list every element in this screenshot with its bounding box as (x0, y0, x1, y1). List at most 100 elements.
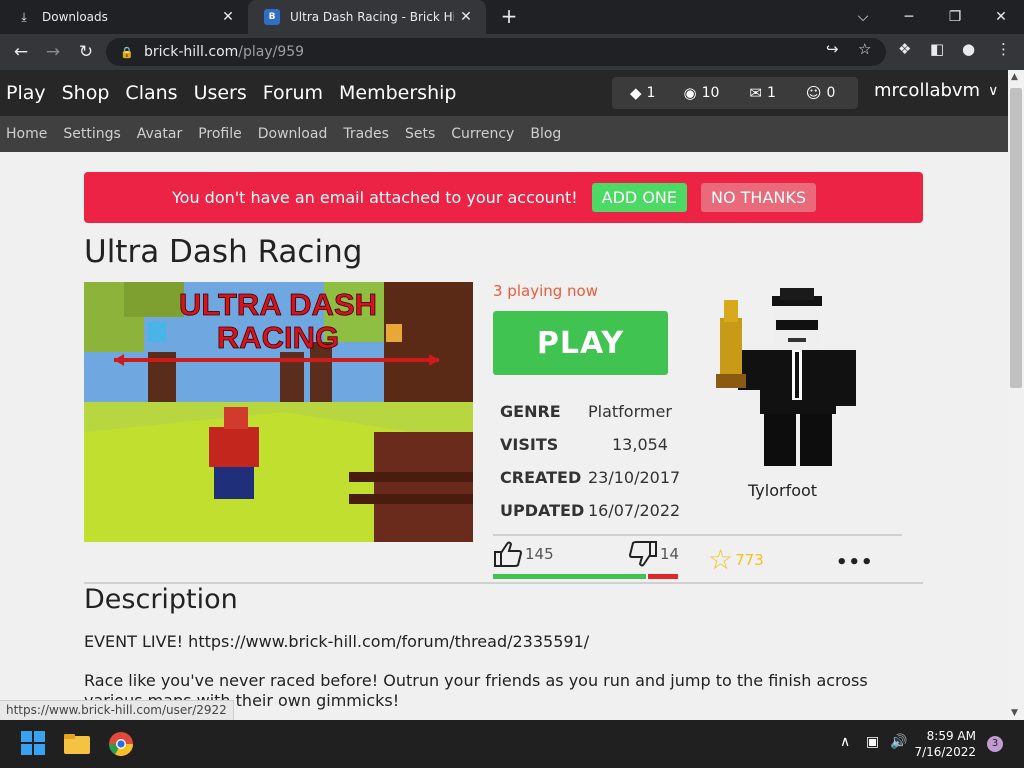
nav-membership[interactable]: Membership (339, 82, 456, 104)
browser-toolbar: ← → ↻ 🔒 brick-hill.com/play/959 ↪ ☆ ❖ ◧ … (0, 34, 1024, 70)
chevron-down-icon: ∨ (988, 82, 999, 99)
clock-time: 8:59 AM (926, 729, 976, 743)
nav-clans[interactable]: Clans (125, 82, 177, 104)
scroll-down-icon[interactable]: ▼ (1011, 708, 1018, 718)
brick-hill-favicon: B (264, 9, 280, 25)
subnav-settings[interactable]: Settings (63, 126, 120, 142)
file-explorer-icon[interactable] (63, 730, 91, 758)
subnav-currency[interactable]: Currency (451, 126, 514, 142)
volume-icon[interactable]: 🔊 (890, 734, 907, 750)
description-event-line: EVENT LIVE! https://www.brick-hill.com/f… (84, 632, 590, 651)
address-bar[interactable]: 🔒 brick-hill.com/play/959 (106, 38, 886, 66)
play-button[interactable]: PLAY (493, 311, 668, 375)
windows-taskbar: ∧ ▣ 🔊 8:59 AM 7/16/2022 3 (0, 720, 1024, 768)
nav-users[interactable]: Users (194, 82, 247, 104)
subnav-blog[interactable]: Blog (530, 126, 561, 142)
browser-tab-strip: ⤓ Downloads ✕ B Ultra Dash Racing - Bric… (0, 0, 1024, 34)
subnav-trades[interactable]: Trades (343, 126, 389, 142)
chrome-icon[interactable] (107, 730, 135, 758)
nav-forum[interactable]: Forum (263, 82, 323, 104)
back-icon[interactable]: ← (8, 40, 34, 64)
close-tab-icon[interactable]: ✕ (216, 9, 240, 25)
profile-icon[interactable]: ● (962, 40, 975, 58)
bricks-stat[interactable]: ◆ 1 (630, 84, 655, 102)
download-icon: ⤓ (21, 9, 27, 24)
friends-stat[interactable]: ☺ 0 (806, 84, 836, 102)
thumbnail-title-line1: ULTRA DASH (179, 287, 377, 322)
game-thumbnail-image: ULTRA DASH RACING (84, 282, 473, 542)
windows-start-icon[interactable] (20, 730, 48, 758)
subnav-sets[interactable]: Sets (405, 126, 435, 142)
bookmark-star-icon[interactable]: ☆ (858, 40, 871, 58)
currency-stats: ◆ 1 ◉ 10 ✉ 1 ☺ 0 (612, 77, 858, 109)
like-ratio-fill (493, 574, 646, 579)
share-icon[interactable]: ↪ (826, 40, 839, 58)
lock-icon: 🔒 (120, 45, 134, 59)
star-icon: ☆ (708, 543, 734, 576)
new-tab-button[interactable]: + (498, 5, 520, 27)
reload-icon[interactable]: ↻ (73, 40, 99, 64)
user-menu[interactable]: mrcollabvm ∨ (874, 80, 998, 101)
taskbar-clock[interactable]: 8:59 AM 7/16/2022 (914, 728, 976, 760)
subnav-download[interactable]: Download (258, 126, 328, 142)
thumbs-down-icon (628, 541, 657, 567)
players-online: 3 playing now (493, 282, 598, 300)
tab-search-icon[interactable]: ⌵ (840, 0, 886, 34)
messages-icon: ✉ (749, 84, 762, 102)
subnav-home[interactable]: Home (6, 126, 47, 142)
nav-shop[interactable]: Shop (62, 82, 110, 104)
status-bar-link: https://www.brick-hill.com/user/2922 (0, 700, 234, 720)
favorite-count: 773 (735, 551, 764, 569)
creator-name[interactable]: Tylorfoot (748, 481, 817, 500)
game-thumbnail: ULTRA DASH RACING (84, 282, 473, 542)
page-scrollbar[interactable]: ▲ ▼ (1008, 70, 1024, 720)
sub-nav: Home Settings Avatar Profile Download Tr… (0, 116, 1008, 152)
bits-coin-icon: ◉ (683, 84, 697, 102)
subnav-avatar[interactable]: Avatar (137, 126, 182, 142)
more-options-button[interactable]: ••• (836, 552, 874, 573)
tab-downloads[interactable]: ⤓ Downloads ✕ (0, 0, 248, 34)
dislike-count: 14 (660, 545, 680, 563)
creator-avatar[interactable] (708, 288, 868, 488)
alert-message: You don't have an email attached to your… (172, 188, 578, 207)
subnav-profile[interactable]: Profile (198, 126, 242, 142)
like-button[interactable]: 145 (493, 540, 554, 568)
tab-title: Ultra Dash Racing - Brick Hill (290, 10, 454, 24)
creator-avatar-image (716, 288, 856, 466)
side-panel-icon[interactable]: ◧ (930, 40, 944, 58)
forward-icon[interactable]: → (40, 40, 66, 64)
extensions-icon[interactable]: ❖ (898, 40, 911, 58)
network-icon[interactable]: ▣ (866, 734, 879, 750)
nav-play[interactable]: Play (6, 82, 46, 104)
like-count: 145 (525, 545, 554, 563)
thumbnail-title-line2: RACING (217, 320, 339, 355)
close-window-button[interactable]: ✕ (978, 0, 1024, 34)
bits-stat[interactable]: ◉ 10 (683, 84, 719, 102)
close-tab-icon[interactable]: ✕ (454, 9, 478, 25)
site-header: Play Shop Clans Users Forum Membership ◆… (0, 70, 1008, 116)
notification-badge[interactable]: 3 (987, 736, 1003, 752)
description-heading: Description (84, 584, 238, 615)
restore-button[interactable]: ❐ (932, 0, 978, 34)
scroll-up-icon[interactable]: ▲ (1011, 72, 1018, 82)
menu-kebab-icon[interactable]: ⋮ (996, 40, 1011, 58)
dislike-ratio-fill (648, 574, 678, 579)
messages-stat[interactable]: ✉ 1 (749, 84, 776, 102)
url-text: brick-hill.com/play/959 (144, 44, 305, 60)
page-content: You don't have an email attached to your… (0, 152, 1008, 720)
tray-chevron-up-icon[interactable]: ∧ (840, 734, 850, 750)
add-email-button[interactable]: ADD ONE (591, 183, 687, 212)
dislike-button[interactable]: 14 (628, 540, 679, 568)
favorite-button[interactable]: ☆ 773 (708, 546, 764, 574)
minimize-button[interactable]: ─ (886, 0, 932, 34)
divider (493, 534, 902, 536)
tab-ultra-dash-racing[interactable]: B Ultra Dash Racing - Brick Hill ✕ (248, 0, 486, 34)
game-title: Ultra Dash Racing (84, 234, 363, 270)
thumbs-up-icon (494, 541, 523, 567)
brick-icon: ◆ (630, 84, 642, 102)
no-thanks-button[interactable]: NO THANKS (700, 183, 816, 212)
like-ratio-bar (493, 574, 678, 579)
username: mrcollabvm (874, 80, 981, 101)
scrollbar-thumb[interactable] (1010, 88, 1022, 388)
clock-date: 7/16/2022 (914, 745, 976, 759)
